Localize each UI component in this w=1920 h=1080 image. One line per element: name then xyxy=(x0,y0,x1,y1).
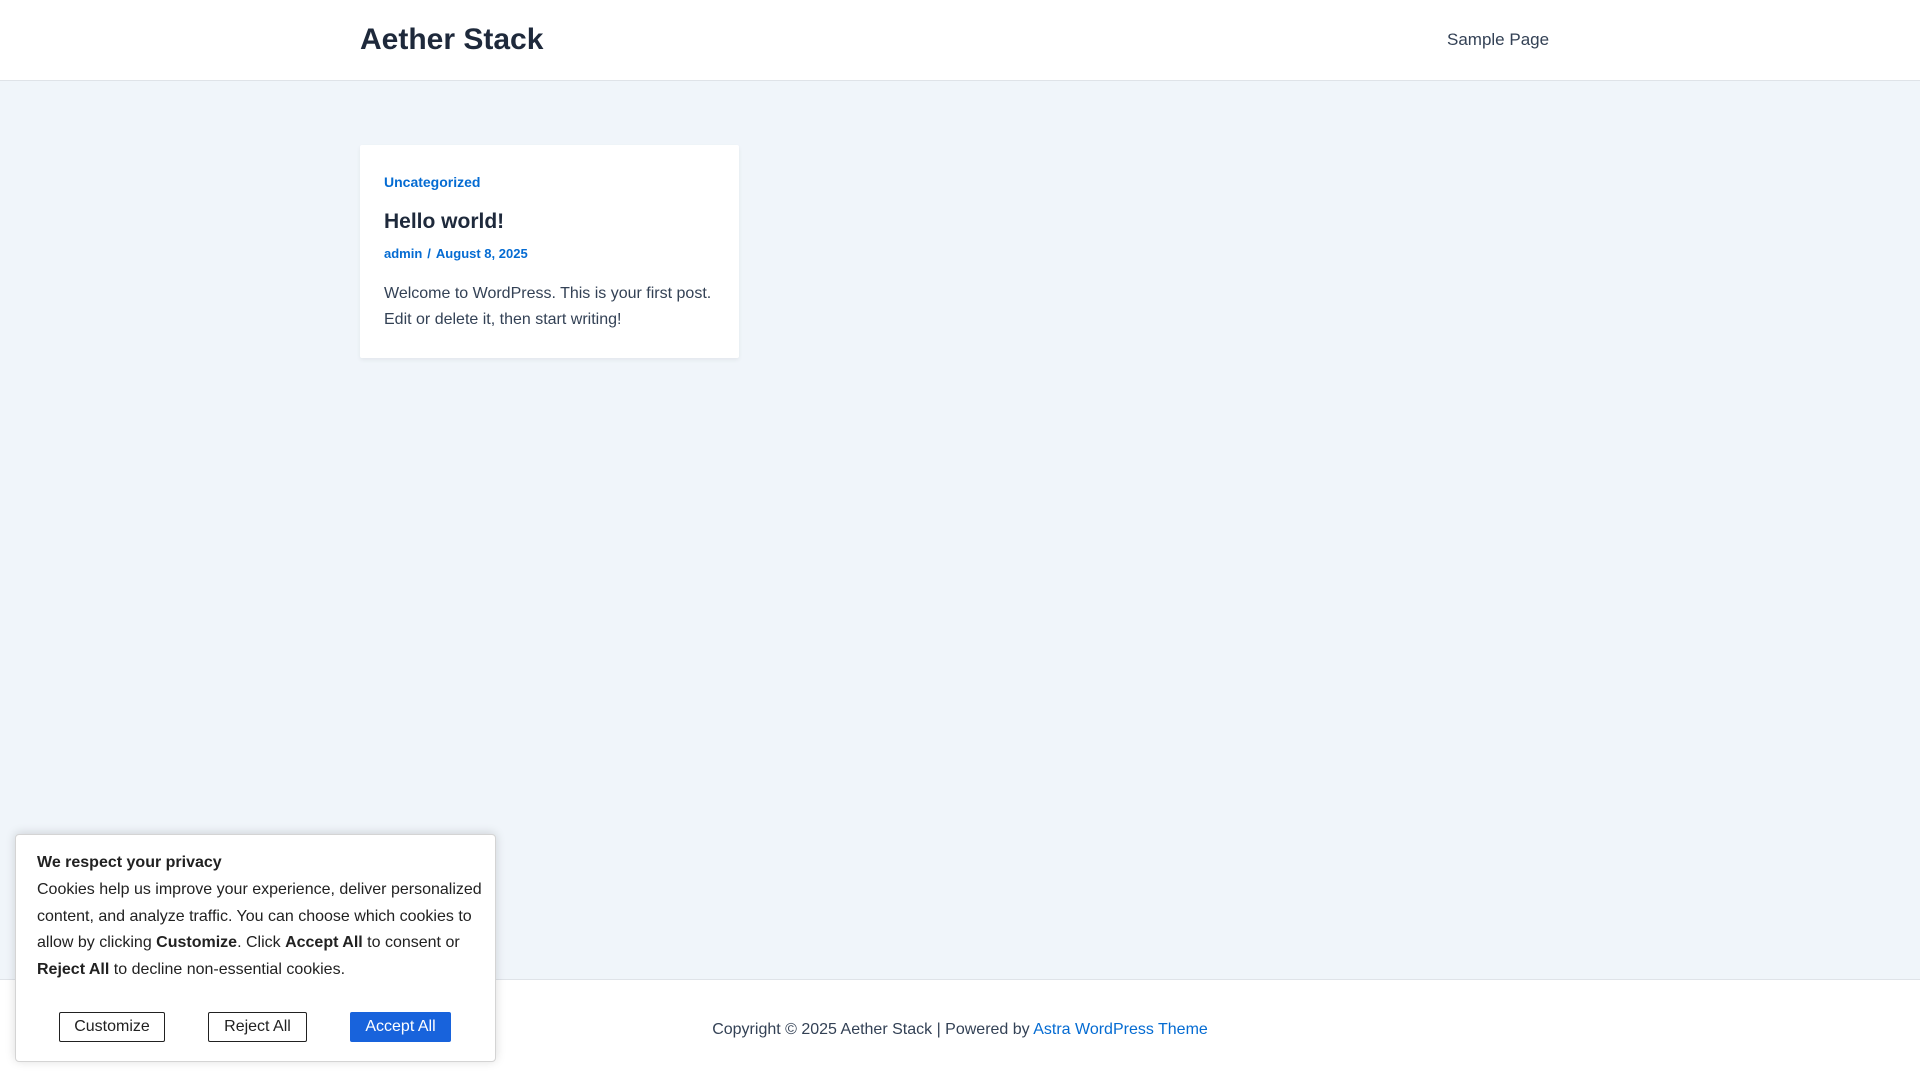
cookie-consent-banner: We respect your privacy Cookies help us … xyxy=(15,834,496,1062)
site-header: Aether Stack Sample Page xyxy=(0,0,1920,81)
accept-all-button[interactable]: Accept All xyxy=(350,1012,451,1042)
cookie-title: We respect your privacy xyxy=(37,854,222,871)
nav-item-sample-page[interactable]: Sample Page xyxy=(1447,28,1549,52)
cookie-description: Cookies help us improve your experience,… xyxy=(37,877,482,983)
theme-link[interactable]: Astra WordPress Theme xyxy=(1033,1021,1208,1038)
reject-all-button[interactable]: Reject All xyxy=(208,1012,307,1042)
post-category-link[interactable]: Uncategorized xyxy=(384,172,480,192)
customize-button[interactable]: Customize xyxy=(59,1012,165,1042)
cookie-desc-customize: Customize xyxy=(156,934,238,951)
site-title-link[interactable]: Aether Stack xyxy=(360,22,543,58)
post-card: Uncategorized Hello world! admin / August … xyxy=(360,145,739,358)
cookie-desc-text-4: to decline non-essential cookies. xyxy=(109,960,346,978)
cookie-desc-accept: Accept All xyxy=(285,934,363,951)
post-title-link[interactable]: Hello world! xyxy=(384,208,504,236)
cookie-desc-text-3: to consent or xyxy=(362,934,460,951)
post-author-link[interactable]: admin xyxy=(384,246,422,261)
meta-separator: / xyxy=(427,246,431,261)
post-date-link[interactable]: August 8, 2025 xyxy=(436,246,528,261)
post-meta: admin / August 8, 2025 xyxy=(384,245,528,263)
post-excerpt: Welcome to WordPress. This is your first… xyxy=(384,285,712,328)
copyright-text: Copyright © 2025 Aether Stack | Powered … xyxy=(712,1021,1034,1038)
cookie-desc-reject: Reject All xyxy=(37,960,110,978)
cookie-desc-text-2: . Click xyxy=(237,934,286,951)
